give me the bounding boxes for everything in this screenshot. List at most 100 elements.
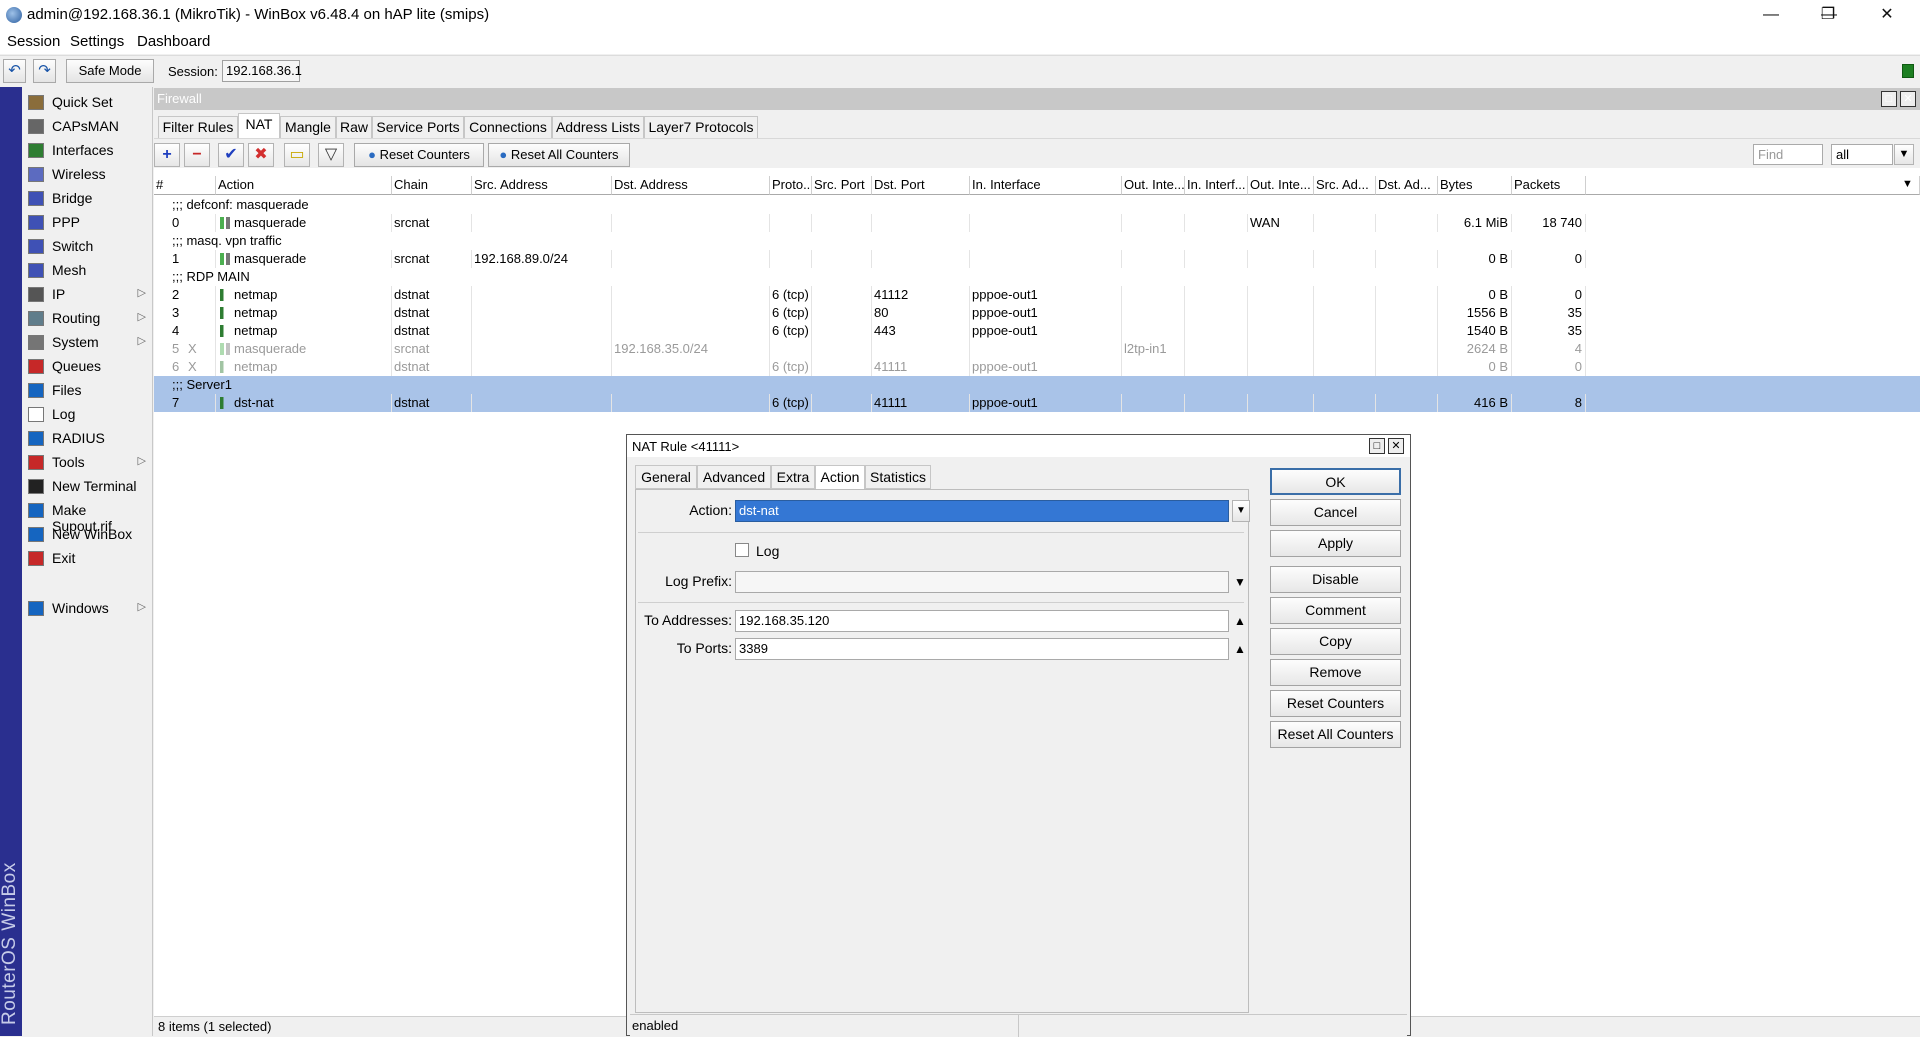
table-row[interactable]: 0 masquerade srcnat WAN 6.1 MiB 18 740 [154,214,1920,232]
menu-session[interactable]: Session [7,33,60,50]
tab-mangle[interactable]: Mangle [280,116,336,138]
redo-icon[interactable]: ↷ [33,59,56,83]
log-prefix-dropdown-icon[interactable]: ▼ [1232,574,1248,590]
tab-layer7-protocols[interactable]: Layer7 Protocols [644,116,758,138]
enable-icon[interactable]: ✔ [218,143,244,167]
sidebar-item-interfaces[interactable]: Interfaces [24,139,150,161]
copy-button[interactable]: Copy [1270,628,1401,655]
safe-mode-button[interactable]: Safe Mode [66,59,154,83]
disable-icon[interactable]: ✖ [248,143,274,167]
dialog-tab-advanced[interactable]: Advanced [697,465,771,489]
column-header[interactable]: Dst. Port [872,176,970,195]
menu-settings[interactable]: Settings [70,33,124,50]
close-button[interactable]: ✕ [1864,0,1910,30]
menu-dashboard[interactable]: Dashboard [137,33,210,50]
column-header[interactable]: Src. Ad... [1314,176,1376,195]
sidebar-item-system[interactable]: System ▷ [24,331,150,353]
sidebar-item-ppp[interactable]: PPP [24,211,150,233]
cancel-button[interactable]: Cancel [1270,499,1401,526]
dialog-maximize-icon[interactable]: □ [1369,438,1385,454]
to-ports-collapse-icon[interactable]: ▲ [1232,641,1248,657]
column-header[interactable]: # [154,176,216,195]
comment-button[interactable]: Comment [1270,597,1401,624]
comment-row[interactable]: ;;; defconf: masquerade [154,196,1920,214]
sidebar-item-quick-set[interactable]: Quick Set [24,91,150,113]
comment-row[interactable]: ;;; RDP MAIN [154,268,1920,286]
to-addresses-collapse-icon[interactable]: ▲ [1232,613,1248,629]
sidebar-item-capsman[interactable]: CAPsMAN [24,115,150,137]
column-header[interactable]: Dst. Ad... [1376,176,1438,195]
column-header[interactable]: Src. Port [812,176,872,195]
sidebar-item-new-winbox[interactable]: New WinBox [24,523,150,545]
table-row[interactable]: 7 dst-nat dstnat 6 (tcp) 41111 pppoe-out1 416 … [154,394,1920,412]
table-row[interactable]: 5 Xmasquerade srcnat 192.168.35.0/24 l2tp-in… [154,340,1920,358]
table-row[interactable]: 1 masquerade srcnat 192.168.89.0/24 0 B0 [154,250,1920,268]
sidebar-item-make-supout-rif[interactable]: Make Supout.rif [24,499,150,534]
sidebar-item-switch[interactable]: Switch [24,235,150,257]
table-row[interactable]: 2 netmap dstnat 6 (tcp) 41112 pppoe-out1 0 B0 [154,286,1920,304]
to-ports-input[interactable]: 3389 [735,638,1229,660]
column-header[interactable]: In. Interface [970,176,1122,195]
table-row[interactable]: 6 Xnetmap dstnat 6 (tcp) 41111 pppoe-out1 0 B0 [154,358,1920,376]
restore-button[interactable]: ❐ [1805,0,1851,30]
disable-button[interactable]: Disable [1270,566,1401,593]
sidebar-item-radius[interactable]: RADIUS [24,427,150,449]
apply-button[interactable]: Apply [1270,530,1401,557]
tab-connections[interactable]: Connections [464,116,552,138]
sidebar-item-bridge[interactable]: Bridge [24,187,150,209]
column-header[interactable]: Out. Inte... [1122,176,1185,195]
sidebar-item-tools[interactable]: Tools ▷ [24,451,150,473]
column-header[interactable]: Src. Address [472,176,612,195]
tab-service-ports[interactable]: Service Ports [372,116,464,138]
add-icon[interactable]: + [154,143,180,167]
minimize-button[interactable]: — [1748,0,1794,30]
action-select[interactable]: dst-nat [735,500,1229,522]
undo-icon[interactable]: ↶ [3,59,26,83]
column-header[interactable]: In. Interf... [1185,176,1248,195]
reset-counters-dialog-button[interactable]: Reset Counters [1270,690,1401,717]
reset-all-counters-button[interactable]: ● Reset All Counters [488,143,630,167]
tab-filter-rules[interactable]: Filter Rules [158,116,238,138]
dialog-tab-extra[interactable]: Extra [771,465,815,489]
column-header[interactable]: Chain [392,176,472,195]
filter-select-dropdown-icon[interactable]: ▼ [1894,144,1914,165]
sidebar-item-files[interactable]: Files [24,379,150,401]
column-header[interactable]: Bytes [1438,176,1512,195]
to-addresses-input[interactable]: 192.168.35.120 [735,610,1229,632]
log-checkbox[interactable] [735,543,749,557]
sidebar-item-ip[interactable]: IP ▷ [24,283,150,305]
column-header[interactable]: Proto... [770,176,812,195]
remove-icon[interactable]: − [184,143,210,167]
session-field[interactable]: 192.168.36.1 [222,60,302,82]
comment-row[interactable]: ;;; masq. vpn traffic [154,232,1920,250]
column-header[interactable]: Dst. Address [612,176,770,195]
maximize-icon[interactable]: □ [1881,91,1897,107]
filter-icon[interactable]: ▽ [318,143,344,167]
ok-button[interactable]: OK [1270,468,1401,495]
action-dropdown-icon[interactable]: ▼ [1232,500,1250,522]
tab-address-lists[interactable]: Address Lists [552,116,644,138]
log-prefix-input[interactable] [735,571,1229,593]
column-header[interactable]: Action [216,176,392,195]
tab-nat[interactable]: NAT [238,113,280,138]
sidebar-item-exit[interactable]: Exit [24,547,150,569]
sidebar-item-mesh[interactable]: Mesh [24,259,150,281]
close-icon[interactable]: ✕ [1900,91,1916,107]
dialog-tab-action[interactable]: Action [815,465,865,489]
column-chooser-icon[interactable]: ▼ [1902,178,1913,190]
comment-icon[interactable]: ▭ [284,143,310,167]
dialog-close-icon[interactable]: ✕ [1388,438,1404,454]
sidebar-item-routing[interactable]: Routing ▷ [24,307,150,329]
table-row[interactable]: 3 netmap dstnat 6 (tcp) 80 pppoe-out1 1556 B 35 [154,304,1920,322]
sidebar-item-windows[interactable]: Windows ▷ [24,597,150,619]
filter-select[interactable]: all [1831,144,1893,165]
tab-raw[interactable]: Raw [336,116,372,138]
sidebar-item-log[interactable]: Log [24,403,150,425]
sidebar-item-new-terminal[interactable]: New Terminal [24,475,150,497]
reset-all-counters-dialog-button[interactable]: Reset All Counters [1270,721,1401,748]
sidebar-item-queues[interactable]: Queues [24,355,150,377]
reset-counters-button[interactable]: ● Reset Counters [354,143,484,167]
find-input[interactable]: Find [1753,144,1823,165]
remove-button[interactable]: Remove [1270,659,1401,686]
column-header[interactable]: Out. Inte... [1248,176,1314,195]
